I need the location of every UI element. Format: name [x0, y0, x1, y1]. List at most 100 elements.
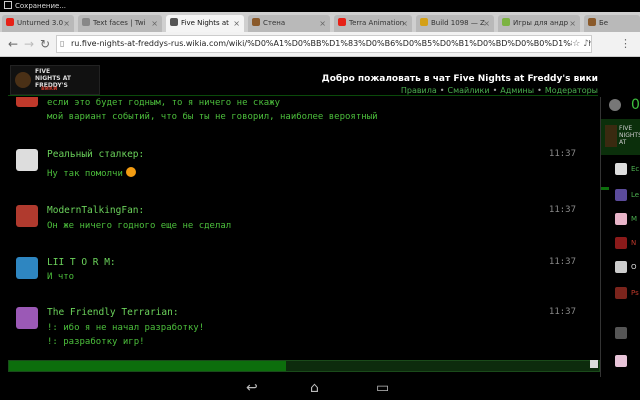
welcome-text: Добро пожаловать в чат Five Nights at Fr… — [321, 74, 598, 84]
message-line: Он же ничего годного еще не сделал — [47, 221, 232, 231]
avatar — [615, 163, 627, 175]
message-list: если это будет годным, то я ничего не ск… — [8, 97, 588, 359]
chat-area: FIVE NIGHTS AT FREDDY'S вики Добро пожал… — [0, 57, 640, 377]
message-line: !: разработку игр! — [47, 337, 145, 347]
youtube-icon — [338, 18, 346, 26]
timestamp: 11:37 — [548, 149, 576, 159]
room-name: FIVE NIGHTS AT — [619, 125, 640, 146]
room-image — [605, 125, 617, 147]
user-icon[interactable] — [609, 99, 621, 111]
username[interactable]: The Friendly Terrarian: — [47, 307, 179, 319]
close-tab-icon[interactable]: × — [151, 15, 158, 32]
avatar[interactable] — [16, 307, 38, 329]
youtube-icon — [6, 18, 14, 26]
sidebar-user-name: N — [631, 239, 637, 247]
tab-terra-animation[interactable]: Terra Animation × — [334, 15, 412, 32]
online-count: 0 — [631, 97, 640, 113]
back-nav-icon[interactable]: ↩ — [246, 380, 258, 396]
separator: • — [492, 86, 498, 95]
tab-games-android[interactable]: Игры для андр × — [498, 15, 580, 32]
avatar — [615, 213, 627, 225]
separator: • — [439, 86, 445, 95]
tab-five-nights[interactable]: Five Nights at × — [166, 15, 244, 32]
forward-icon[interactable]: → — [24, 35, 34, 53]
mic-icon[interactable]: ♪ — [583, 39, 589, 49]
input-fill — [9, 361, 287, 371]
tab-unturned[interactable]: Unturned 3.0 - × — [2, 15, 74, 32]
chat-header: FIVE NIGHTS AT FREDDY'S вики Добро пожал… — [8, 63, 598, 96]
avatar — [615, 355, 627, 367]
username[interactable]: LII T O R M: — [47, 257, 116, 269]
mod-indicator — [601, 187, 609, 190]
back-icon[interactable]: ← — [8, 35, 18, 53]
menu-icon[interactable]: ⋮ — [620, 35, 631, 53]
sidebar-user-name: Ec — [631, 165, 640, 173]
separator: • — [537, 86, 542, 95]
close-tab-icon[interactable]: × — [319, 15, 326, 32]
link-rules[interactable]: Правила — [401, 86, 437, 95]
freddy-icon — [15, 72, 31, 88]
link-admins[interactable]: Админы — [500, 86, 534, 95]
message-line: если это будет годным, то я ничего не ск… — [47, 98, 280, 108]
username[interactable]: Реальный сталкер: — [47, 149, 144, 161]
sidebar-user-name: Ps — [631, 289, 639, 297]
avatar[interactable] — [16, 205, 38, 227]
status-text: Сохранение... — [15, 2, 67, 10]
browser-toolbar: ← → ↻ ▯ ru.five-nights-at-freddys-rus.wi… — [0, 32, 640, 57]
url-actions: ☆ ♪ — [572, 36, 589, 52]
tab-bar: Unturned 3.0 - × Text faces | Twi × Five N… — [0, 12, 640, 32]
message-input[interactable] — [8, 360, 600, 372]
close-tab-icon[interactable]: × — [233, 15, 240, 32]
avatar — [615, 287, 627, 299]
radiation-icon — [420, 18, 428, 26]
sidebar-header: 0 — [605, 97, 640, 117]
close-tab-icon[interactable]: × — [569, 15, 576, 32]
username[interactable]: ModernTalkingFan: — [47, 205, 144, 217]
message-line: Ну так помолчи — [47, 167, 136, 180]
vk-icon — [252, 18, 260, 26]
room-entry[interactable]: FIVE NIGHTS AT — [601, 119, 640, 155]
avatar[interactable] — [16, 149, 38, 171]
avatar — [615, 189, 627, 201]
message-line: !: ибо я не начал разработку! — [47, 323, 205, 333]
tab-text-faces[interactable]: Text faces | Twi × — [78, 15, 162, 32]
download-icon — [4, 1, 12, 9]
android-icon — [502, 18, 510, 26]
wikia-icon — [170, 18, 178, 26]
link-smileys[interactable]: Смайлики — [448, 86, 490, 95]
link-moderators[interactable]: Модераторы — [545, 86, 598, 95]
message-line: И что — [47, 272, 75, 282]
smile-emoji-icon — [125, 167, 136, 177]
scroll-corner[interactable] — [590, 360, 598, 368]
tab-stena[interactable]: Стена × — [248, 15, 330, 32]
reload-icon[interactable]: ↻ — [40, 35, 50, 53]
header-links: Правила • Смайлики • Админы • Модераторы — [401, 86, 598, 95]
close-tab-icon[interactable]: × — [63, 15, 70, 32]
avatar — [615, 261, 627, 273]
logo-subtitle: вики — [41, 85, 58, 92]
timestamp: 11:37 — [548, 307, 576, 317]
recents-nav-icon[interactable]: ▭ — [376, 380, 389, 396]
tab-be[interactable]: Бе — [584, 15, 640, 32]
url-text: ru.five-nights-at-freddys-rus.wikia.com/… — [71, 39, 592, 48]
wiki-logo[interactable]: FIVE NIGHTS AT FREDDY'S вики — [10, 65, 100, 95]
avatar — [615, 237, 627, 249]
sidebar-user-name: O — [631, 263, 637, 271]
vk-icon — [588, 18, 596, 26]
close-tab-icon[interactable]: × — [401, 15, 408, 32]
message-line: мой вариант событий, что бы ты не говори… — [47, 112, 378, 122]
sidebar-user-name: Le — [631, 191, 640, 199]
star-icon[interactable]: ☆ — [572, 39, 580, 49]
avatar[interactable] — [16, 257, 38, 279]
page-icon: ▯ — [60, 39, 65, 48]
close-tab-icon[interactable]: × — [483, 15, 490, 32]
avatar[interactable] — [16, 97, 38, 107]
timestamp: 11:37 — [548, 257, 576, 267]
status-bar: Сохранение... — [0, 0, 640, 12]
home-nav-icon[interactable]: ⌂ — [310, 380, 319, 396]
sidebar-user-name: M — [631, 215, 638, 223]
user-sidebar: 0 FIVE NIGHTS AT Ec Le M N O Ps — [600, 97, 640, 377]
tab-build[interactable]: Build 1098 — Z × — [416, 15, 494, 32]
twitter-icon — [82, 18, 90, 26]
address-bar[interactable]: ▯ ru.five-nights-at-freddys-rus.wikia.co… — [56, 35, 592, 53]
